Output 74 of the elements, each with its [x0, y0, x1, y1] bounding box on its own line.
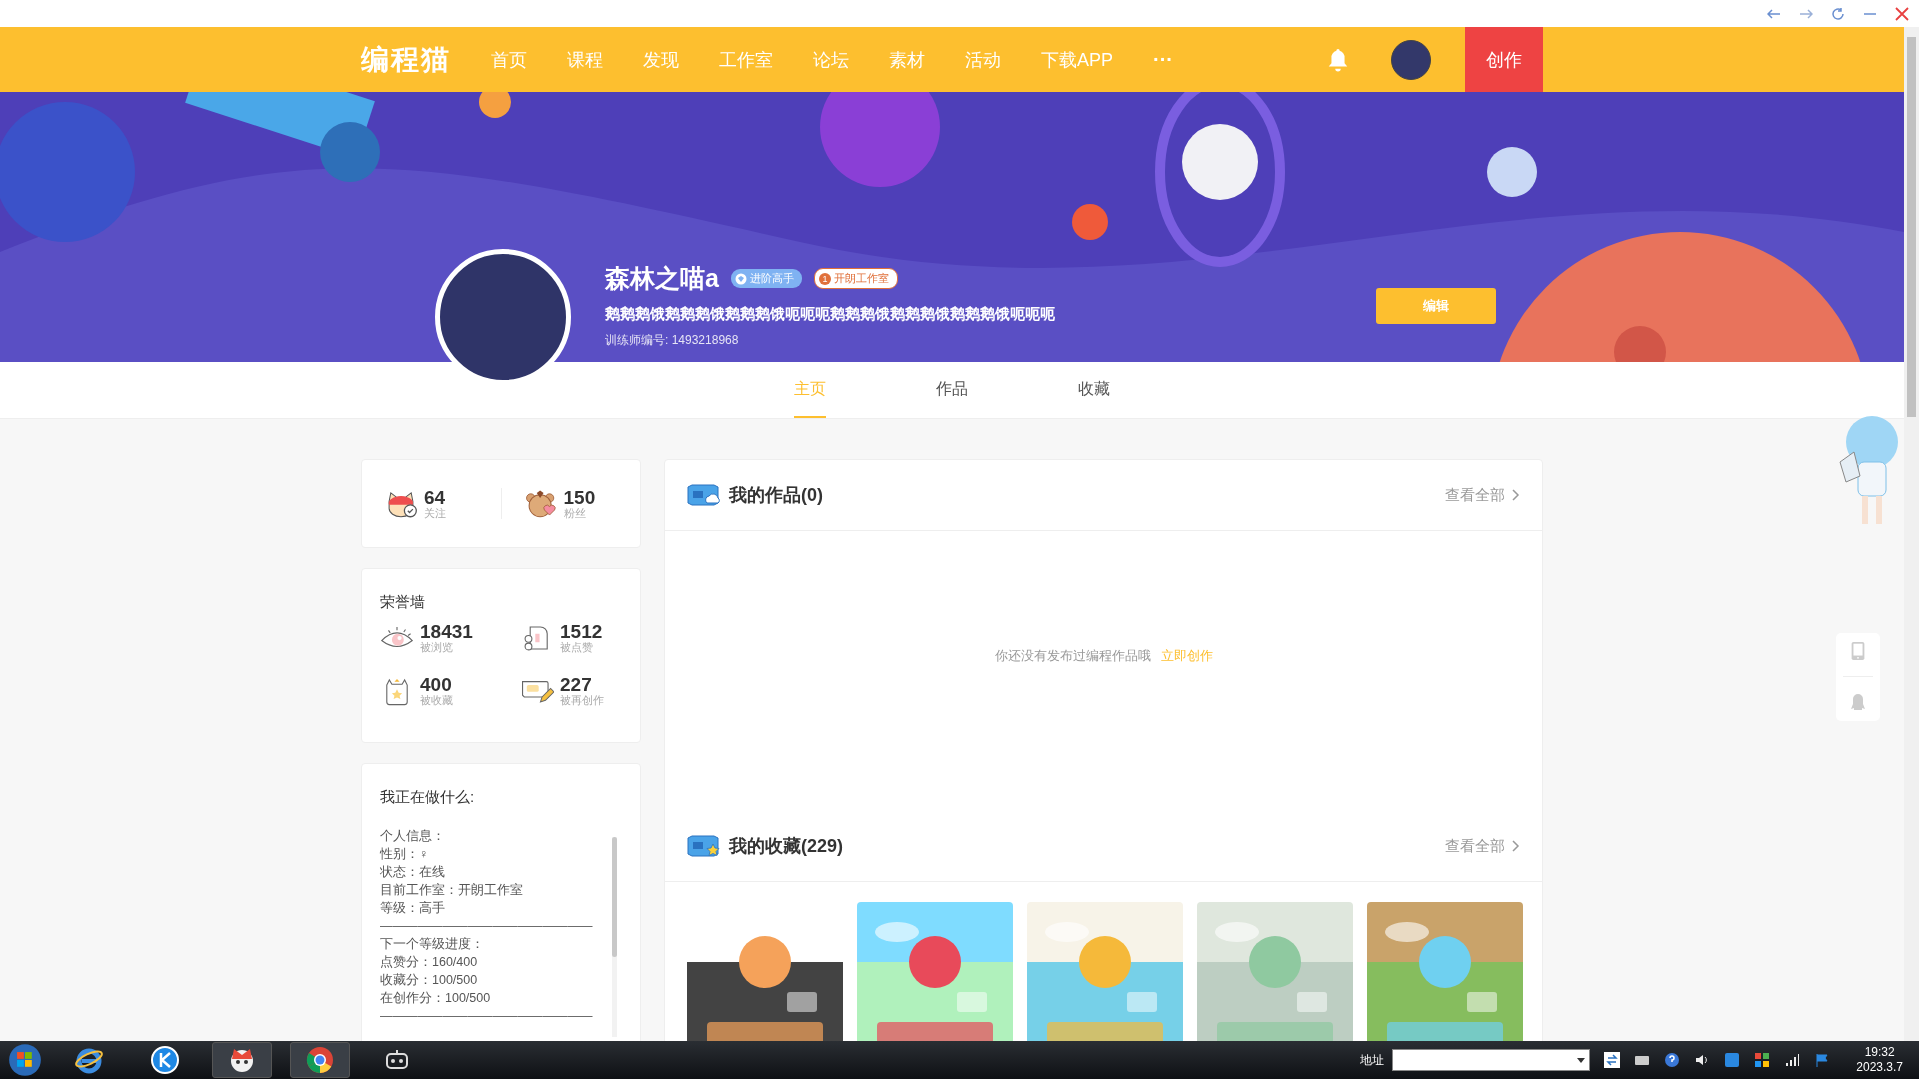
chevron-right-icon — [1512, 489, 1520, 501]
nav-link[interactable]: 发现 — [623, 47, 699, 72]
status-text-line: 等级：高手 — [380, 900, 446, 917]
user-name: 森林之喵a — [605, 263, 719, 294]
status-text-line: 下一个等级进度： — [380, 936, 485, 953]
status-text-line: 在创作分：100/500 — [380, 990, 492, 1007]
more-menu[interactable]: ··· — [1133, 48, 1193, 71]
bear-heart-icon — [523, 488, 558, 519]
nav-link[interactable]: 首页 — [471, 47, 547, 72]
section-title: 我的作品(0) — [729, 484, 823, 507]
status-text-line: 个人信息： — [380, 828, 446, 845]
clock-date: 2023.3.7 — [1856, 1060, 1903, 1075]
folder-star-icon — [687, 835, 721, 857]
address-field[interactable] — [1392, 1049, 1591, 1071]
stat-label: 被点赞 — [560, 641, 594, 653]
stat-value: 227 — [560, 675, 593, 694]
status-text-line: ————————————————— — [380, 1008, 594, 1025]
stat-label: 关注 — [424, 507, 446, 519]
create-button[interactable]: 创作 — [1465, 27, 1543, 92]
create-now-link[interactable]: 立即创作 — [1160, 647, 1213, 665]
level-badge: 进阶高手 — [730, 269, 802, 288]
nav-link[interactable]: 下载APP — [1021, 47, 1134, 72]
grid-icon[interactable] — [1754, 1052, 1771, 1068]
stat-value: 150 — [563, 488, 596, 507]
stat-label: 粉丝 — [563, 507, 587, 519]
status-text-line: 性别：♀ — [380, 846, 430, 863]
stat-label: 被再创作 — [560, 694, 604, 706]
stat-value: 400 — [420, 675, 453, 694]
stat-value: 64 — [424, 488, 446, 507]
status-text-line: ————————————————— — [380, 918, 594, 935]
back-icon[interactable] — [1767, 6, 1781, 21]
stat-label: 被浏览 — [420, 641, 454, 653]
status-text-line: 目前工作室：开朗工作室 — [380, 882, 524, 899]
section-title: 荣誉墙 — [380, 593, 426, 612]
close-icon[interactable] — [1895, 6, 1909, 21]
flag-icon[interactable] — [1814, 1052, 1831, 1068]
section-title: 我的收藏(229) — [729, 835, 844, 858]
start-button[interactable] — [8, 1043, 42, 1077]
view-all-link[interactable]: 查看全部 — [1445, 485, 1520, 505]
help-icon[interactable] — [1664, 1052, 1681, 1068]
profile-tab[interactable]: 作品 — [881, 362, 1023, 418]
status-text-line: 状态：在线 — [380, 864, 446, 881]
scrollbar[interactable] — [1904, 27, 1919, 1041]
chevron-right-icon — [1512, 840, 1520, 852]
view-all-link[interactable]: 查看全部 — [1445, 836, 1520, 856]
chrome-icon[interactable] — [290, 1042, 350, 1078]
nav-link[interactable]: 课程 — [547, 47, 623, 72]
cat-app-icon[interactable] — [212, 1042, 272, 1078]
stat-label: 被收藏 — [420, 694, 453, 706]
trainer-id: 训练师编号: 1493218968 — [605, 332, 740, 349]
stat-value: 1512 — [560, 622, 603, 641]
nav-link[interactable]: 论坛 — [793, 47, 869, 72]
status-text-line: 收藏分：100/500 — [380, 972, 479, 989]
dropdown-caret-icon[interactable] — [1577, 1057, 1586, 1063]
nav-link[interactable]: 活动 — [945, 47, 1021, 72]
signal-icon[interactable] — [1784, 1052, 1801, 1068]
studio-badge: 1 开朗工作室 — [813, 268, 898, 289]
nav-link[interactable]: 素材 — [869, 47, 945, 72]
user-motto: 鹅鹅鹅饿鹅鹅鹅饿鹅鹅鹅饿呃呃呃鹅鹅鹅饿鹅鹅鹅饿鹅鹅鹅饿呃呃呃 — [605, 305, 1055, 324]
nav-link[interactable]: 工作室 — [699, 47, 793, 72]
scrollbar[interactable] — [612, 837, 617, 1037]
empty-message: 你还没有发布过编程作品哦 — [994, 647, 1151, 665]
user-avatar[interactable] — [1391, 39, 1431, 80]
stat-value: 18431 — [420, 622, 473, 641]
edit-button[interactable]: 编辑 — [1376, 288, 1496, 324]
profile-tab[interactable]: 收藏 — [1023, 362, 1165, 418]
site-logo[interactable]: 编程猫 — [361, 40, 451, 79]
status-text-line: 点赞分：160/400 — [380, 954, 479, 971]
refresh-icon[interactable] — [1831, 6, 1845, 21]
section-title: 我正在做什么: — [380, 788, 476, 807]
address-label: 地址 — [1360, 1051, 1385, 1069]
go-icon[interactable] — [1604, 1052, 1621, 1068]
folder-cloud-icon — [687, 484, 721, 506]
clock-time: 19:32 — [1864, 1045, 1895, 1060]
